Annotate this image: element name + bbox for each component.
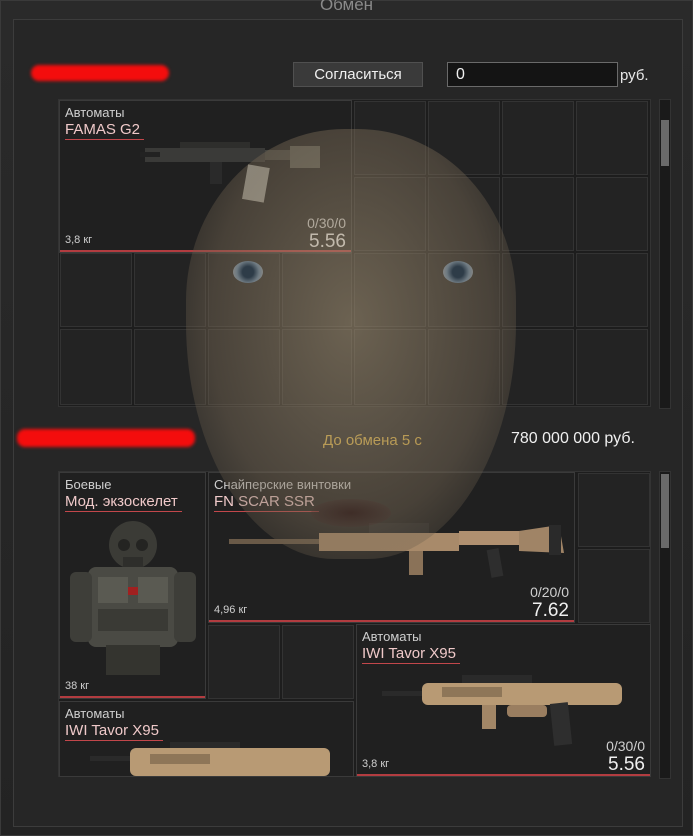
item-rarity-bar bbox=[60, 250, 351, 252]
famas-g2-rifle-icon bbox=[140, 142, 320, 203]
grid-cell[interactable] bbox=[576, 101, 648, 175]
item-famas-g2[interactable]: Автоматы FAMAS G2 0/30/0 5.56 3,8 кг bbox=[59, 100, 352, 253]
grid-cell bbox=[208, 625, 280, 699]
exoskeleton-armor-icon bbox=[70, 521, 196, 675]
partner-grid-scrollbar[interactable] bbox=[659, 471, 671, 779]
item-weight: 4,96 кг bbox=[214, 604, 248, 616]
item-caliber: 5.56 bbox=[608, 754, 645, 775]
item-category: Автоматы bbox=[65, 105, 125, 120]
item-name: FAMAS G2 bbox=[65, 121, 145, 140]
grid-cell[interactable] bbox=[428, 253, 500, 327]
item-rarity-bar bbox=[209, 620, 574, 622]
item-ammo: 0/20/0 bbox=[530, 584, 569, 600]
grid-cell[interactable] bbox=[134, 329, 206, 405]
trade-window: Обмен Согласиться руб. Автоматы FAMAS bbox=[0, 0, 693, 836]
item-fn-scar-ssr[interactable]: Снайперские винтовки FN SCAR SSR 0/20/0 … bbox=[208, 472, 575, 623]
item-rarity-bar bbox=[60, 696, 205, 698]
grid-cell[interactable] bbox=[60, 329, 132, 405]
redacted-partner-name bbox=[17, 429, 195, 447]
tavor-x95-rifle-icon bbox=[382, 675, 622, 746]
item-category: Автоматы bbox=[362, 629, 422, 644]
item-name: Мод. экзоскелет bbox=[65, 493, 182, 512]
tavor-x95-rifle-icon bbox=[90, 742, 330, 776]
item-exoskeleton[interactable]: Боевые Мод. экзоскелет 38 кг bbox=[59, 472, 206, 699]
item-name: IWI Tavor X95 bbox=[65, 722, 163, 741]
grid-cell[interactable] bbox=[502, 253, 574, 327]
item-ammo: 0/30/0 bbox=[606, 738, 645, 754]
item-ammo: 0/30/0 bbox=[307, 215, 346, 231]
grid-cell[interactable] bbox=[60, 253, 132, 327]
scroll-thumb[interactable] bbox=[661, 120, 669, 166]
money-offer-input[interactable] bbox=[447, 62, 618, 87]
agree-button[interactable]: Согласиться bbox=[293, 62, 423, 87]
grid-cell[interactable] bbox=[576, 177, 648, 251]
grid-cell[interactable] bbox=[282, 329, 352, 405]
item-iwi-tavor-x95[interactable]: Автоматы IWI Tavor X95 bbox=[59, 701, 354, 777]
item-category: Автоматы bbox=[65, 706, 125, 721]
partner-money-offer: 780 000 000 руб. bbox=[511, 430, 635, 447]
item-name: IWI Tavor X95 bbox=[362, 645, 460, 664]
item-caliber: 7.62 bbox=[532, 600, 569, 621]
grid-cell[interactable] bbox=[502, 329, 574, 405]
window-title: Обмен bbox=[319, 0, 374, 14]
grid-cell[interactable] bbox=[502, 101, 574, 175]
grid-cell bbox=[578, 473, 650, 547]
grid-cell[interactable] bbox=[428, 101, 500, 175]
grid-cell[interactable] bbox=[208, 329, 280, 405]
grid-cell[interactable] bbox=[576, 253, 648, 327]
grid-cell[interactable] bbox=[354, 101, 426, 175]
scar-ssr-rifle-icon bbox=[229, 523, 564, 578]
redacted-player-name bbox=[31, 65, 169, 81]
grid-cell[interactable] bbox=[282, 253, 352, 327]
item-category: Снайперские винтовки bbox=[214, 477, 352, 492]
grid-cell[interactable] bbox=[428, 329, 500, 405]
my-grid-scrollbar[interactable] bbox=[659, 99, 671, 409]
grid-cell[interactable] bbox=[134, 253, 206, 327]
scroll-thumb[interactable] bbox=[661, 474, 669, 548]
trade-countdown: До обмена 5 с bbox=[323, 432, 422, 449]
currency-label: руб. bbox=[620, 67, 649, 84]
item-rarity-bar bbox=[357, 774, 650, 776]
item-weight: 3,8 кг bbox=[65, 234, 93, 246]
item-weight: 3,8 кг bbox=[362, 758, 390, 770]
grid-cell[interactable] bbox=[208, 253, 280, 327]
grid-cell[interactable] bbox=[354, 253, 426, 327]
item-weight: 38 кг bbox=[65, 680, 90, 692]
grid-cell[interactable] bbox=[502, 177, 574, 251]
grid-cell[interactable] bbox=[354, 177, 426, 251]
grid-cell[interactable] bbox=[576, 329, 648, 405]
item-iwi-tavor-x95[interactable]: Автоматы IWI Tavor X95 0/30/0 5.56 3,8 к… bbox=[356, 624, 651, 777]
item-name: FN SCAR SSR bbox=[214, 493, 319, 512]
item-category: Боевые bbox=[65, 477, 112, 492]
grid-cell[interactable] bbox=[428, 177, 500, 251]
grid-cell bbox=[578, 549, 650, 623]
grid-cell[interactable] bbox=[354, 329, 426, 405]
grid-cell bbox=[282, 625, 354, 699]
